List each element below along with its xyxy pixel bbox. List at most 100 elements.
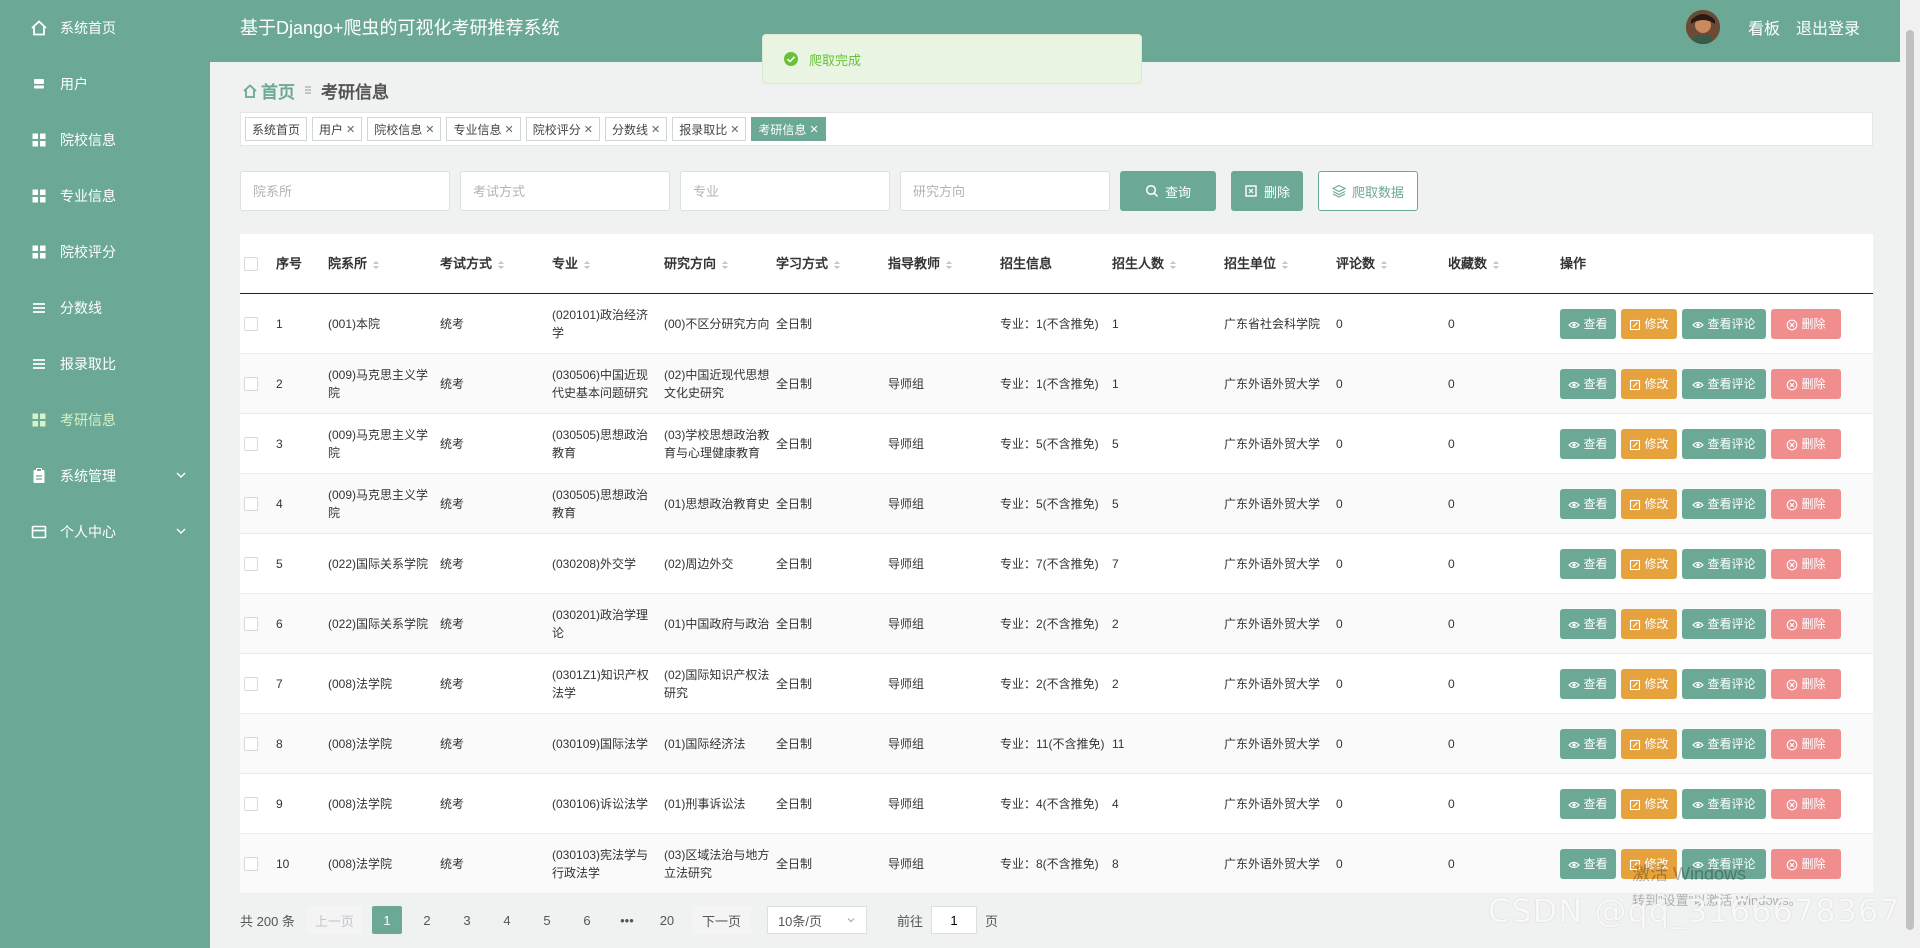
sidebar-item-5[interactable]: 分数线	[0, 280, 210, 336]
sidebar-item-1[interactable]: 用户	[0, 56, 210, 112]
edit-button[interactable]: 修改	[1621, 608, 1677, 639]
delete-button[interactable]: 删除	[1771, 548, 1841, 579]
column-header[interactable]: 专业	[552, 255, 664, 273]
sort-icon[interactable]	[371, 258, 381, 270]
delete-button[interactable]: 删除	[1771, 368, 1841, 399]
tag-4[interactable]: 院校评分 ✕	[525, 117, 600, 141]
view-button[interactable]: 查看	[1560, 788, 1616, 819]
sort-icon[interactable]	[1491, 258, 1501, 270]
view-button[interactable]: 查看	[1560, 668, 1616, 699]
page-number[interactable]: 1	[371, 906, 402, 934]
view-button[interactable]: 查看	[1560, 428, 1616, 459]
exam-mode-input[interactable]	[460, 171, 670, 211]
close-icon[interactable]: ✕	[346, 123, 355, 136]
column-header[interactable]: 考试方式	[440, 255, 552, 273]
sidebar-item-7[interactable]: 考研信息	[0, 392, 210, 448]
close-icon[interactable]: ✕	[651, 123, 660, 136]
close-icon[interactable]: ✕	[584, 123, 593, 136]
page-number[interactable]: 3	[452, 906, 482, 934]
view-comments-button[interactable]: 查看评论	[1682, 488, 1766, 519]
tag-5[interactable]: 分数线 ✕	[604, 117, 668, 141]
tag-0[interactable]: 系统首页	[245, 117, 308, 141]
row-checkbox[interactable]	[244, 856, 258, 871]
edit-button[interactable]: 修改	[1621, 548, 1677, 579]
row-checkbox[interactable]	[244, 796, 258, 811]
tag-3[interactable]: 专业信息 ✕	[446, 117, 521, 141]
page-number[interactable]: 20	[652, 906, 682, 934]
sidebar-item-9[interactable]: 个人中心	[0, 504, 210, 560]
view-button[interactable]: 查看	[1560, 608, 1616, 639]
sort-icon[interactable]	[944, 258, 954, 270]
sort-icon[interactable]	[496, 258, 506, 270]
edit-button[interactable]: 修改	[1621, 308, 1677, 339]
sidebar-item-6[interactable]: 报录取比	[0, 336, 210, 392]
query-button[interactable]: 查询	[1120, 171, 1216, 211]
tag-1[interactable]: 用户 ✕	[312, 117, 363, 141]
page-number[interactable]: 5	[532, 906, 562, 934]
sort-icon[interactable]	[1280, 258, 1290, 270]
sidebar-item-2[interactable]: 院校信息	[0, 112, 210, 168]
row-checkbox[interactable]	[244, 556, 258, 571]
close-icon[interactable]: ✕	[809, 123, 818, 136]
sort-icon[interactable]	[1168, 258, 1178, 270]
delete-button[interactable]: 删除	[1771, 488, 1841, 519]
column-header[interactable]: 研究方向	[664, 255, 776, 273]
page-number[interactable]: 2	[412, 906, 442, 934]
edit-button[interactable]: 修改	[1621, 728, 1677, 759]
column-header[interactable]: 收藏数	[1448, 255, 1560, 273]
sidebar-item-3[interactable]: 专业信息	[0, 168, 210, 224]
view-comments-button[interactable]: 查看评论	[1682, 608, 1766, 639]
goto-page-input[interactable]	[930, 906, 977, 934]
row-checkbox[interactable]	[244, 496, 258, 511]
logout-link[interactable]: 退出登录	[1796, 15, 1860, 39]
sidebar-item-4[interactable]: 院校评分	[0, 224, 210, 280]
row-checkbox[interactable]	[244, 376, 258, 391]
column-header[interactable]: 学习方式	[776, 255, 888, 273]
sort-icon[interactable]	[1379, 258, 1389, 270]
close-icon[interactable]: ✕	[505, 123, 514, 136]
delete-button[interactable]: 删除	[1771, 668, 1841, 699]
close-icon[interactable]: ✕	[425, 123, 434, 136]
sidebar-item-8[interactable]: 系统管理	[0, 448, 210, 504]
crawl-data-button[interactable]: 爬取数据	[1318, 171, 1418, 211]
column-header[interactable]: 招生单位	[1224, 255, 1336, 273]
row-checkbox[interactable]	[244, 316, 258, 331]
delete-button[interactable]: 删除	[1771, 308, 1841, 339]
edit-button[interactable]: 修改	[1621, 668, 1677, 699]
tag-6[interactable]: 报录取比 ✕	[672, 117, 747, 141]
edit-button[interactable]: 修改	[1621, 428, 1677, 459]
scrollbar-thumb[interactable]	[1906, 30, 1914, 930]
view-comments-button[interactable]: 查看评论	[1682, 368, 1766, 399]
view-button[interactable]: 查看	[1560, 368, 1616, 399]
view-button[interactable]: 查看	[1560, 848, 1616, 879]
column-header[interactable]: 评论数	[1336, 255, 1448, 273]
sort-icon[interactable]	[582, 258, 592, 270]
more-pages-icon[interactable]: •••	[612, 906, 642, 934]
tag-2[interactable]: 院校信息 ✕	[367, 117, 442, 141]
tag-7[interactable]: 考研信息 ✕	[751, 117, 826, 141]
delete-button[interactable]: 删除	[1771, 788, 1841, 819]
edit-button[interactable]: 修改	[1621, 368, 1677, 399]
close-icon[interactable]: ✕	[730, 123, 739, 136]
sort-icon[interactable]	[832, 258, 842, 270]
research-direction-input[interactable]	[900, 171, 1110, 211]
delete-button[interactable]: 删除	[1771, 728, 1841, 759]
dept-input[interactable]	[240, 171, 450, 211]
next-page-button[interactable]: 下一页	[691, 906, 751, 934]
view-comments-button[interactable]: 查看评论	[1682, 548, 1766, 579]
delete-button[interactable]: 删除	[1771, 428, 1841, 459]
sort-icon[interactable]	[720, 258, 730, 270]
sidebar-item-0[interactable]: 系统首页	[0, 0, 210, 56]
view-button[interactable]: 查看	[1560, 308, 1616, 339]
column-header[interactable]: 院系所	[328, 255, 440, 273]
page-number[interactable]: 4	[492, 906, 522, 934]
row-checkbox[interactable]	[244, 616, 258, 631]
breadcrumb-home[interactable]: 首页	[242, 78, 295, 103]
prev-page-button[interactable]: 上一页	[306, 906, 362, 934]
avatar[interactable]	[1685, 10, 1720, 44]
board-link[interactable]: 看板	[1748, 15, 1780, 39]
row-checkbox[interactable]	[244, 676, 258, 691]
batch-delete-button[interactable]: 删除	[1231, 171, 1303, 211]
view-comments-button[interactable]: 查看评论	[1682, 728, 1766, 759]
vertical-scrollbar[interactable]	[1900, 0, 1920, 948]
